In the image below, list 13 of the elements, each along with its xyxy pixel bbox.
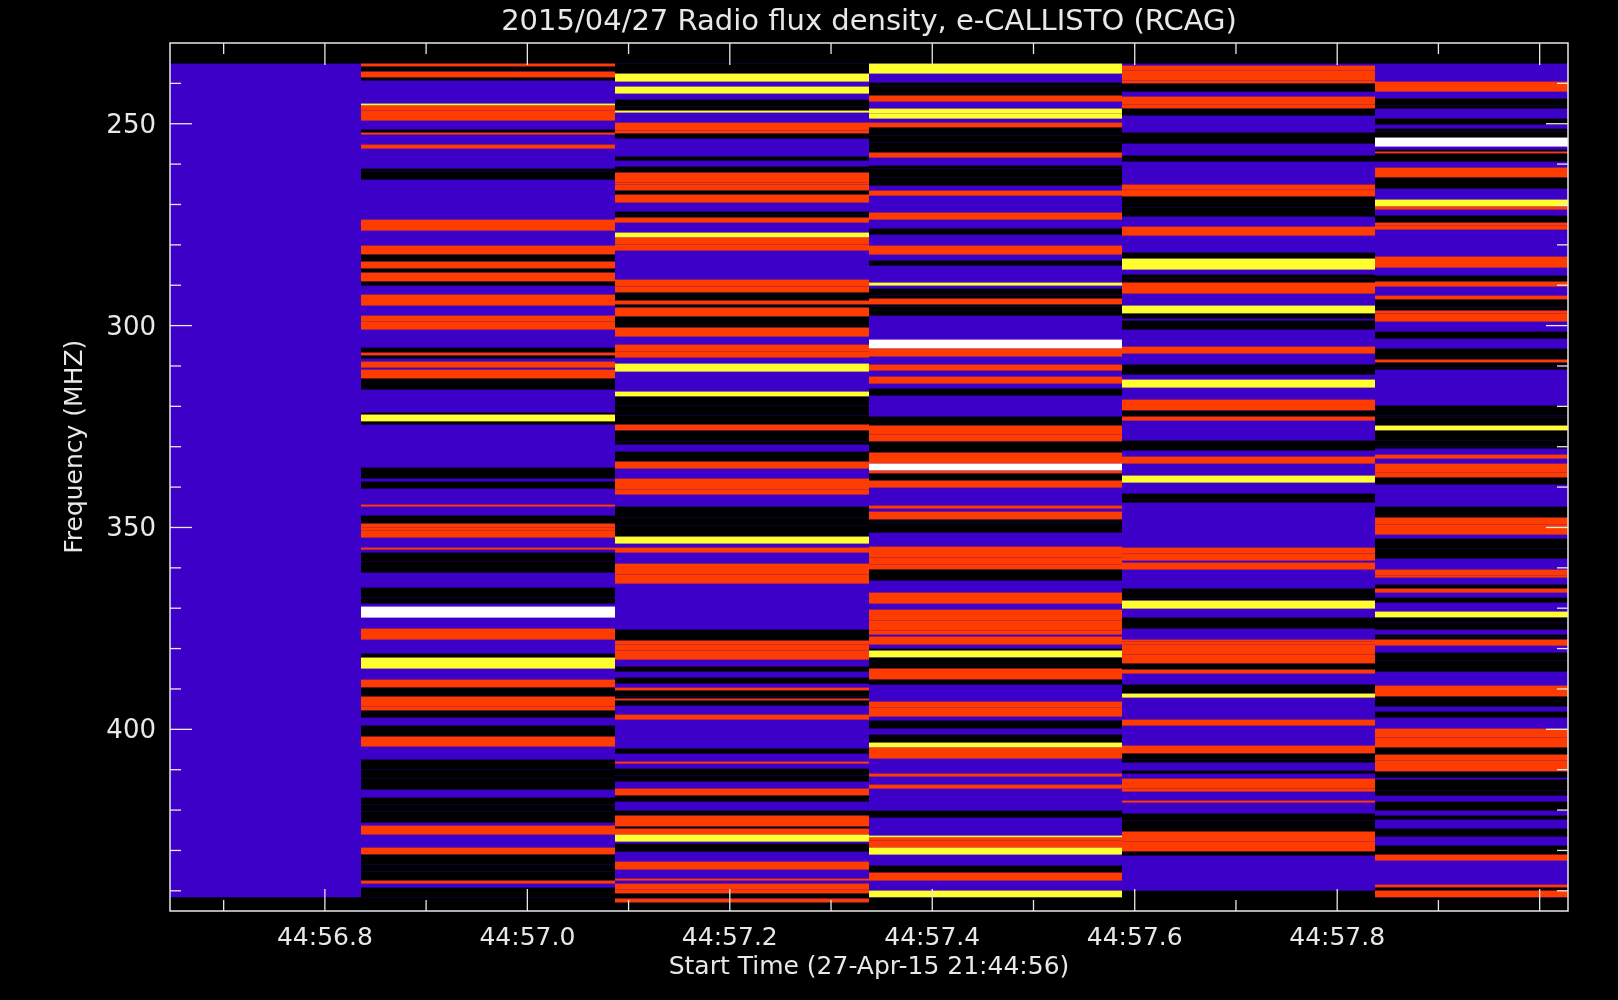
x-tick-label: 44:56.8 [276,922,373,951]
x-tick-label: 44:57.8 [1289,922,1386,951]
x-axis-label: Start Time (27-Apr-15 21:44:56) [668,951,1070,981]
y-tick-label: 300 [106,310,156,341]
x-tick-label: 44:57.0 [479,922,576,951]
y-tick-label: 250 [106,108,156,139]
x-tick-label: 44:57.6 [1086,922,1183,951]
x-tick-label: 44:57.4 [884,922,981,951]
y-tick-label: 400 [106,714,156,745]
y-axis-label: Frequency (MHZ) [59,339,88,554]
y-tick-label: 350 [106,512,156,543]
x-tick-label: 44:57.2 [681,922,778,951]
chart-title: 2015/04/27 Radio flux density, e-CALLISTO (RCAG) [501,2,1237,39]
